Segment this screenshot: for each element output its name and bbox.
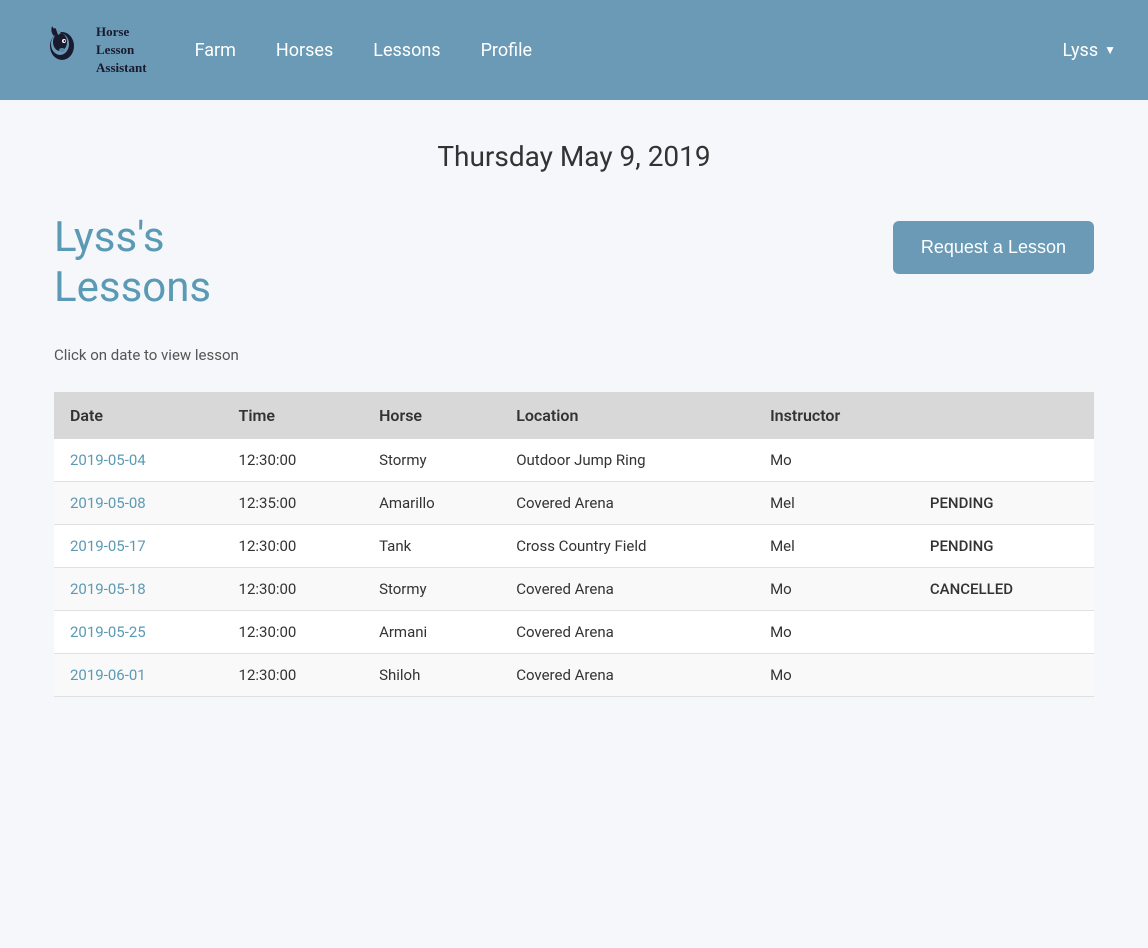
user-name: Lyss	[1062, 40, 1098, 61]
table-row: 2019-05-04 12:30:00StormyOutdoor Jump Rin…	[54, 439, 1094, 482]
lesson-status	[914, 653, 1094, 696]
table-row: 2019-05-17 12:30:00TankCross Country Fiel…	[54, 524, 1094, 567]
table-row: 2019-05-08 12:35:00AmarilloCovered ArenaM…	[54, 481, 1094, 524]
lesson-instructor: Mel	[754, 481, 914, 524]
col-horse: Horse	[363, 392, 500, 439]
lesson-status: CANCELLED	[914, 567, 1094, 610]
lesson-date-link[interactable]: 2019-05-25	[70, 623, 146, 641]
nav-lessons[interactable]: Lessons	[373, 40, 440, 61]
table-header: Date Time Horse Location Instructor	[54, 392, 1094, 439]
lesson-date-link[interactable]: 2019-06-01	[70, 666, 146, 684]
lesson-instructor: Mel	[754, 524, 914, 567]
lesson-horse: Tank	[363, 524, 500, 567]
click-hint: Click on date to view lesson	[54, 346, 1094, 364]
lesson-horse: Stormy	[363, 567, 500, 610]
lesson-instructor: Mo	[754, 567, 914, 610]
nav-farm[interactable]: Farm	[195, 40, 236, 61]
nav-profile[interactable]: Profile	[481, 40, 532, 61]
request-lesson-button[interactable]: Request a Lesson	[893, 221, 1094, 274]
table-row: 2019-05-25 12:30:00ArmaniCovered ArenaMo	[54, 610, 1094, 653]
main-content: Thursday May 9, 2019 Lyss's Lessons Requ…	[34, 100, 1114, 737]
lesson-date-link[interactable]: 2019-05-18	[70, 580, 146, 598]
lesson-horse: Shiloh	[363, 653, 500, 696]
col-date: Date	[54, 392, 223, 439]
page-date: Thursday May 9, 2019	[54, 140, 1094, 173]
lesson-status: PENDING	[914, 481, 1094, 524]
lessons-table: Date Time Horse Location Instructor 2019…	[54, 392, 1094, 697]
lesson-time: 12:30:00	[223, 567, 364, 610]
nav-links: Farm Horses Lessons Profile	[195, 40, 1063, 61]
col-instructor: Instructor	[754, 392, 914, 439]
lesson-location: Outdoor Jump Ring	[500, 439, 754, 482]
lesson-time: 12:30:00	[223, 653, 364, 696]
lesson-instructor: Mo	[754, 610, 914, 653]
chevron-down-icon: ▼	[1104, 43, 1116, 57]
user-menu[interactable]: Lyss ▼	[1062, 40, 1116, 61]
lessons-title: Lyss's Lessons	[54, 213, 211, 314]
lesson-location: Cross Country Field	[500, 524, 754, 567]
table-row: 2019-06-01 12:30:00ShilohCovered ArenaMo	[54, 653, 1094, 696]
lesson-status	[914, 439, 1094, 482]
lesson-date-link[interactable]: 2019-05-17	[70, 537, 146, 555]
app-name: Horse Lesson Assistant	[96, 23, 147, 78]
lesson-horse: Stormy	[363, 439, 500, 482]
lesson-location: Covered Arena	[500, 653, 754, 696]
col-time: Time	[223, 392, 364, 439]
lesson-location: Covered Arena	[500, 610, 754, 653]
col-location: Location	[500, 392, 754, 439]
lesson-date-link[interactable]: 2019-05-04	[70, 451, 146, 469]
lesson-time: 12:30:00	[223, 439, 364, 482]
lesson-time: 12:35:00	[223, 481, 364, 524]
lesson-location: Covered Arena	[500, 481, 754, 524]
table-row: 2019-05-18 12:30:00StormyCovered ArenaMoC…	[54, 567, 1094, 610]
lesson-instructor: Mo	[754, 439, 914, 482]
nav-horses[interactable]: Horses	[276, 40, 333, 61]
lesson-time: 12:30:00	[223, 610, 364, 653]
lesson-status	[914, 610, 1094, 653]
lesson-horse: Armani	[363, 610, 500, 653]
lessons-header: Lyss's Lessons Request a Lesson	[54, 213, 1094, 314]
col-status	[914, 392, 1094, 439]
app-logo[interactable]: Horse Lesson Assistant	[32, 22, 147, 78]
lesson-time: 12:30:00	[223, 524, 364, 567]
lesson-status: PENDING	[914, 524, 1094, 567]
table-body: 2019-05-0412:30:00StormyOutdoor Jump Rin…	[54, 439, 1094, 697]
lesson-date-link[interactable]: 2019-05-08	[70, 494, 146, 512]
navbar: Horse Lesson Assistant Farm Horses Lesso…	[0, 0, 1148, 100]
logo-icon	[32, 22, 88, 78]
lesson-location: Covered Arena	[500, 567, 754, 610]
lesson-horse: Amarillo	[363, 481, 500, 524]
lesson-instructor: Mo	[754, 653, 914, 696]
